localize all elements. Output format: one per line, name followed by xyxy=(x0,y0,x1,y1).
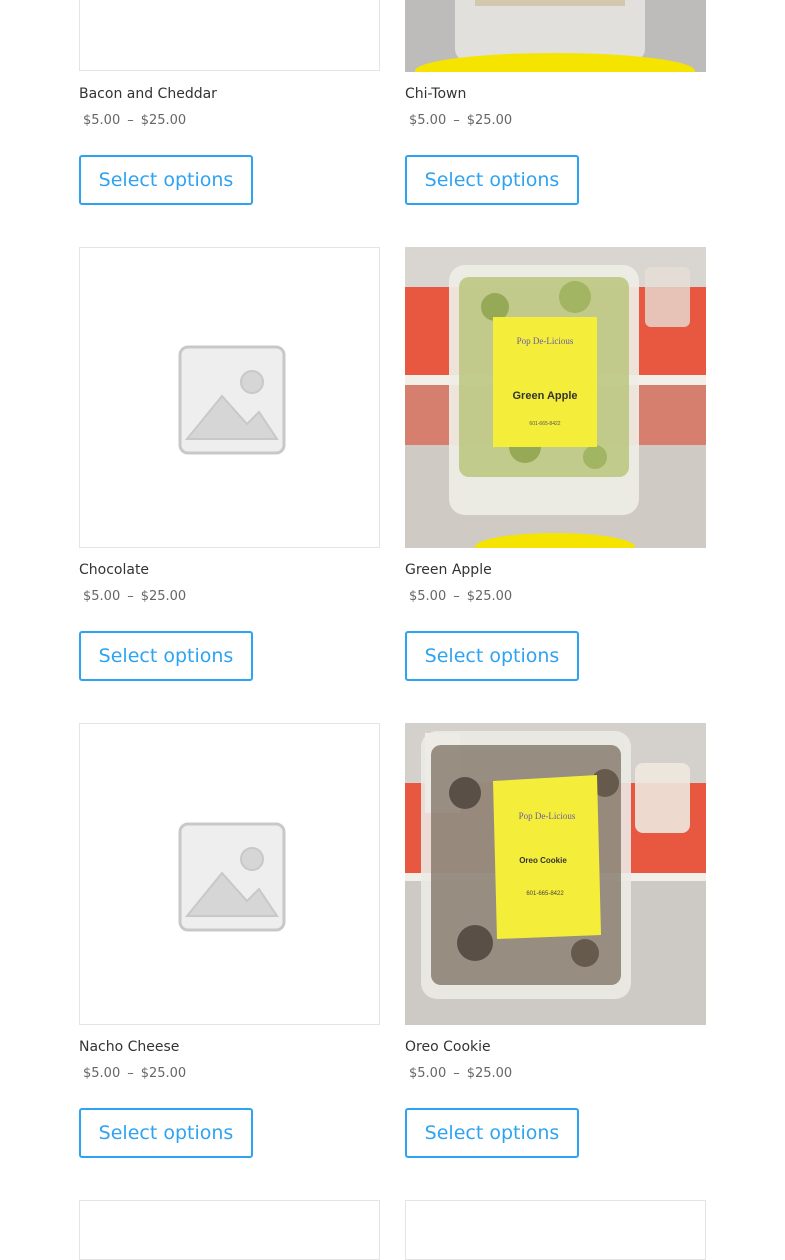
label-product-name: Green Apple xyxy=(513,390,578,402)
price-separator: – xyxy=(453,113,460,128)
product-title[interactable]: Green Apple xyxy=(405,561,492,579)
price-min: $5.00 xyxy=(83,1066,121,1081)
product-image-placeholder[interactable] xyxy=(405,1200,706,1260)
product-image-placeholder[interactable] xyxy=(79,247,380,548)
select-options-button[interactable]: Select options xyxy=(79,631,253,681)
price-max: $25.00 xyxy=(140,113,187,128)
product-photo[interactable]: Pop De-Licious Oreo Cookie 601-665-8422 xyxy=(405,723,706,1025)
product-price: $5.00– $25.00 xyxy=(83,1065,186,1083)
price-max: $25.00 xyxy=(140,589,187,604)
price-max: $25.00 xyxy=(140,1066,187,1081)
price-min: $5.00 xyxy=(83,113,121,128)
select-options-button[interactable]: Select options xyxy=(79,1108,253,1158)
select-options-button[interactable]: Select options xyxy=(405,1108,579,1158)
price-max: $25.00 xyxy=(466,1066,513,1081)
product-title[interactable]: Chi-Town xyxy=(405,85,466,103)
select-options-button[interactable]: Select options xyxy=(405,155,579,205)
product-price: $5.00– $25.00 xyxy=(83,112,186,130)
product-image-placeholder[interactable] xyxy=(79,0,380,71)
product-title[interactable]: Chocolate xyxy=(79,561,149,579)
price-min: $5.00 xyxy=(409,589,447,604)
label-phone: 601-665-8422 xyxy=(526,891,564,897)
price-min: $5.00 xyxy=(409,1066,447,1081)
price-separator: – xyxy=(127,589,134,604)
product-photo[interactable] xyxy=(405,0,706,72)
label-product-name: Oreo Cookie xyxy=(519,856,567,865)
product-price: $5.00– $25.00 xyxy=(409,1065,512,1083)
product-price: $5.00– $25.00 xyxy=(83,588,186,606)
product-image-placeholder[interactable] xyxy=(79,1200,380,1260)
placeholder-image-icon xyxy=(178,345,286,455)
price-separator: – xyxy=(453,589,460,604)
label-brand: Pop De-Licious xyxy=(519,811,576,821)
price-min: $5.00 xyxy=(83,589,121,604)
select-options-button[interactable]: Select options xyxy=(405,631,579,681)
price-separator: – xyxy=(127,113,134,128)
price-max: $25.00 xyxy=(466,113,513,128)
product-photo[interactable]: Pop De-Licious Green Apple 601-665-8422 xyxy=(405,247,706,548)
price-max: $25.00 xyxy=(466,589,513,604)
price-separator: – xyxy=(453,1066,460,1081)
price-separator: – xyxy=(127,1066,134,1081)
placeholder-image-icon xyxy=(178,822,286,932)
product-price: $5.00– $25.00 xyxy=(409,112,512,130)
price-min: $5.00 xyxy=(409,113,447,128)
select-options-button[interactable]: Select options xyxy=(79,155,253,205)
label-phone: 601-665-8422 xyxy=(529,421,560,427)
product-title[interactable]: Bacon and Cheddar xyxy=(79,85,217,103)
product-image-placeholder[interactable] xyxy=(79,723,380,1025)
product-title[interactable]: Oreo Cookie xyxy=(405,1038,491,1056)
product-title[interactable]: Nacho Cheese xyxy=(79,1038,179,1056)
product-price: $5.00– $25.00 xyxy=(409,588,512,606)
label-brand: Pop De-Licious xyxy=(517,336,574,346)
